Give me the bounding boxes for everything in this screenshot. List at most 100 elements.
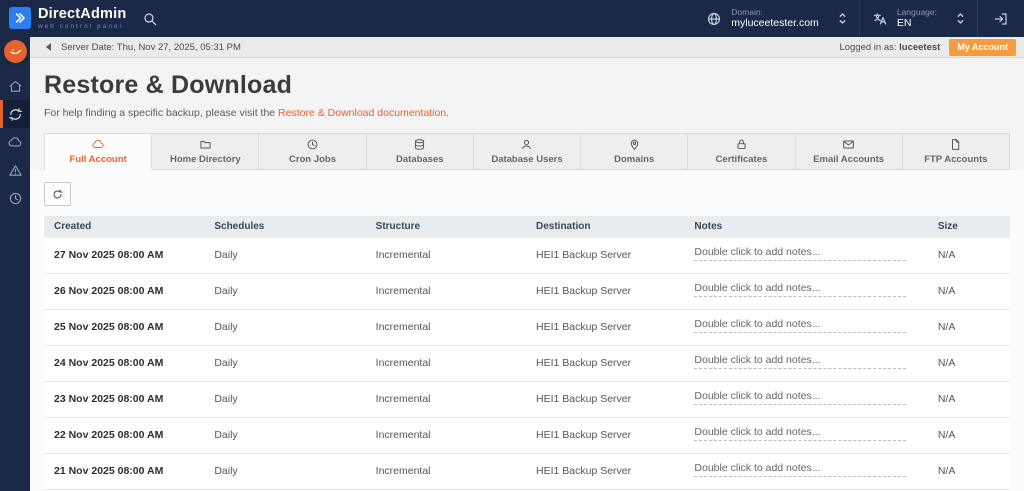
help-text: For help finding a specific backup, plea… bbox=[44, 107, 450, 119]
logout-icon[interactable] bbox=[978, 0, 1024, 37]
status-bar: Server Date: Thu, Nov 27, 2025, 05:31 PM… bbox=[30, 37, 1024, 58]
tab-label: FTP Accounts bbox=[924, 154, 988, 165]
sidebar-item-home[interactable] bbox=[0, 72, 30, 100]
tab-label: Home Directory bbox=[169, 154, 241, 165]
cell-schedules: Daily bbox=[204, 417, 366, 454]
cell-destination: HEI1 Backup Server bbox=[526, 273, 685, 310]
cell-created: 26 Nov 2025 08:00 AM bbox=[44, 273, 205, 310]
column-header-notes: Notes bbox=[684, 216, 928, 238]
notes-editor[interactable]: Double click to add notes... bbox=[694, 390, 907, 405]
cell-size: N/A bbox=[927, 345, 1010, 382]
cloud-icon bbox=[8, 135, 23, 150]
table-header-row: Created Schedules Structure Destination Note… bbox=[44, 216, 1010, 238]
tab-email-accounts[interactable]: Email Accounts bbox=[795, 134, 903, 170]
domain-selector[interactable]: Domain: myluceetester.com bbox=[694, 0, 859, 37]
envelope-icon bbox=[842, 138, 855, 151]
brand[interactable]: DirectAdmin web control panel bbox=[0, 7, 126, 30]
table-row: 21 Nov 2025 08:00 AM Daily Incremental HEI1… bbox=[44, 453, 1010, 490]
table-row: 26 Nov 2025 08:00 AM Daily Incremental HEI1… bbox=[44, 273, 1010, 310]
cell-structure: Incremental bbox=[365, 345, 526, 382]
tab-databases[interactable]: Databases bbox=[366, 134, 474, 170]
language-label: Language: bbox=[896, 6, 937, 17]
tab-label: Domains bbox=[614, 154, 655, 165]
sidebar bbox=[0, 37, 30, 491]
search-icon[interactable] bbox=[142, 11, 158, 27]
tab-label: Cron Jobs bbox=[289, 154, 337, 165]
domain-label: Domain: bbox=[731, 6, 763, 17]
cell-schedules: Daily bbox=[204, 238, 366, 274]
notes-editor[interactable]: Double click to add notes... bbox=[694, 282, 907, 297]
cell-schedules: Daily bbox=[204, 381, 366, 418]
sidebar-item-alerts[interactable] bbox=[0, 156, 30, 184]
language-selector[interactable]: Language: EN bbox=[860, 0, 977, 37]
tab-bar: Full Account Home Directory Cron Jobs Datab… bbox=[44, 133, 1010, 170]
tab-certificates[interactable]: Certificates bbox=[688, 134, 796, 170]
column-header-destination: Destination bbox=[526, 216, 685, 238]
cell-created: 23 Nov 2025 08:00 AM bbox=[44, 381, 205, 418]
chevron-updown-icon bbox=[838, 11, 847, 26]
cell-structure: Incremental bbox=[365, 238, 526, 274]
backups-table: Created Schedules Structure Destination Note… bbox=[44, 216, 1010, 491]
sidebar-item-history[interactable] bbox=[0, 184, 30, 212]
notes-editor[interactable]: Double click to add notes... bbox=[694, 246, 907, 261]
cell-destination: HEI1 Backup Server bbox=[526, 345, 685, 382]
top-bar: DirectAdmin web control panel Domain: my… bbox=[0, 0, 1024, 37]
cell-structure: Incremental bbox=[365, 309, 526, 346]
user-icon bbox=[520, 138, 533, 151]
cell-notes: Double click to add notes... bbox=[684, 345, 928, 382]
cell-notes: Double click to add notes... bbox=[684, 273, 928, 310]
column-header-created: Created bbox=[44, 216, 205, 238]
file-icon bbox=[949, 138, 962, 151]
tab-domains[interactable]: Domains bbox=[581, 134, 689, 170]
warning-icon bbox=[8, 163, 23, 178]
sidebar-item-restore[interactable] bbox=[0, 100, 30, 128]
brand-subtitle: web control panel bbox=[38, 22, 124, 30]
sidebar-item-backups[interactable] bbox=[0, 128, 30, 156]
cell-size: N/A bbox=[927, 453, 1010, 490]
cell-structure: Incremental bbox=[365, 273, 526, 310]
cell-created: 27 Nov 2025 08:00 AM bbox=[44, 238, 205, 274]
tab-full-account[interactable]: Full Account bbox=[45, 134, 153, 170]
cell-size: N/A bbox=[927, 417, 1010, 454]
cell-schedules: Daily bbox=[204, 453, 366, 490]
tab-home-directory[interactable]: Home Directory bbox=[152, 134, 260, 170]
tab-label: Email Accounts bbox=[813, 154, 885, 165]
notes-editor[interactable]: Double click to add notes... bbox=[694, 318, 907, 333]
table-body: 27 Nov 2025 08:00 AM Daily Incremental HEI1… bbox=[44, 238, 1010, 491]
cloud-backup-icon bbox=[92, 138, 105, 151]
brand-name: DirectAdmin bbox=[38, 6, 127, 23]
tab-database-users[interactable]: Database Users bbox=[473, 134, 582, 170]
main-content: Restore & Download For help finding a sp… bbox=[30, 58, 1024, 491]
cell-schedules: Daily bbox=[204, 309, 366, 346]
tab-panel: Created Schedules Structure Destination Note… bbox=[30, 170, 1024, 491]
cell-destination: HEI1 Backup Server bbox=[526, 381, 685, 418]
tab-cron-jobs[interactable]: Cron Jobs bbox=[259, 134, 367, 170]
refresh-button[interactable] bbox=[44, 182, 71, 206]
notes-editor[interactable]: Double click to add notes... bbox=[694, 354, 907, 369]
sidebar-collapse-toggle[interactable] bbox=[46, 43, 51, 51]
table-row: 27 Nov 2025 08:00 AM Daily Incremental HEI1… bbox=[44, 238, 1010, 274]
cell-notes: Double click to add notes... bbox=[684, 238, 928, 274]
column-header-structure: Structure bbox=[365, 216, 526, 238]
cell-destination: HEI1 Backup Server bbox=[526, 453, 685, 490]
globe-icon bbox=[706, 11, 722, 27]
my-account-button[interactable]: My Account bbox=[949, 38, 1016, 56]
cell-notes: Double click to add notes... bbox=[684, 381, 928, 418]
notes-editor[interactable]: Double click to add notes... bbox=[694, 462, 907, 477]
cell-size: N/A bbox=[927, 309, 1010, 346]
logged-in-user: luceetest bbox=[899, 41, 941, 53]
cell-schedules: Daily bbox=[204, 345, 366, 382]
cell-structure: Incremental bbox=[365, 381, 526, 418]
tab-label: Database Users bbox=[491, 154, 563, 165]
table-row: 24 Nov 2025 08:00 AM Daily Incremental HEI1… bbox=[44, 345, 1010, 382]
cell-destination: HEI1 Backup Server bbox=[526, 417, 685, 454]
column-header-size: Size bbox=[927, 216, 1010, 238]
documentation-link[interactable]: Restore & Download documentation bbox=[278, 107, 446, 119]
cell-notes: Double click to add notes... bbox=[684, 417, 928, 454]
cell-size: N/A bbox=[927, 273, 1010, 310]
tab-ftp-accounts[interactable]: FTP Accounts bbox=[902, 134, 1009, 170]
chevron-updown-icon bbox=[956, 11, 965, 26]
cell-size: N/A bbox=[927, 381, 1010, 418]
directadmin-badge-icon[interactable] bbox=[4, 40, 27, 63]
notes-editor[interactable]: Double click to add notes... bbox=[694, 426, 907, 441]
